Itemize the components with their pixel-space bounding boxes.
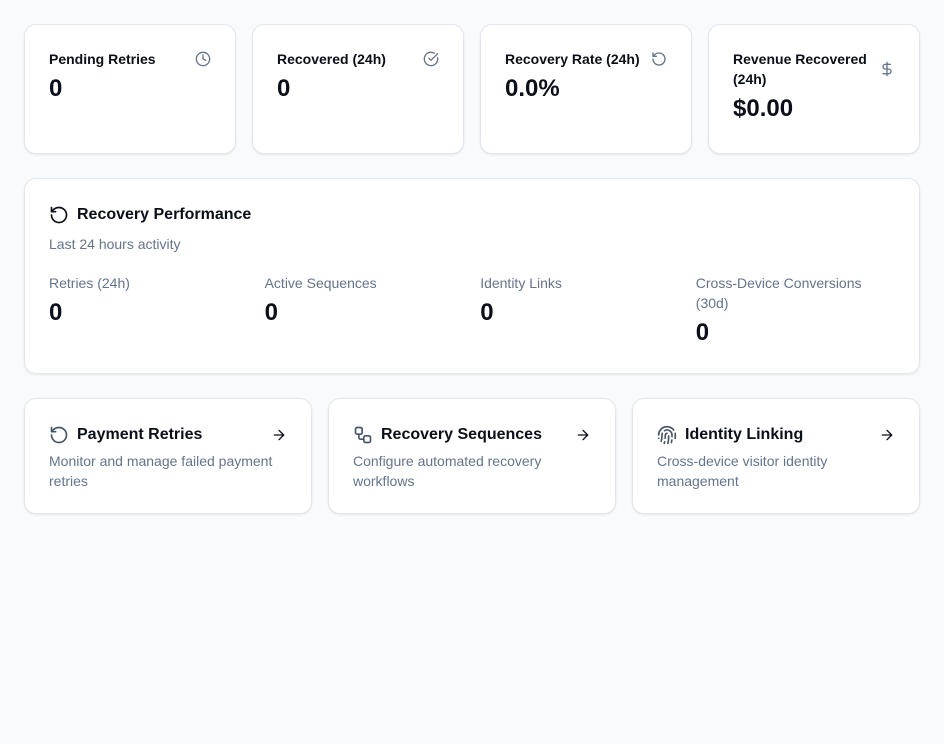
clock-icon — [195, 51, 211, 67]
stat-label: Recovered (24h) — [277, 51, 386, 67]
nav-card-identity-linking[interactable]: Identity Linking Cross-device visitor id… — [632, 398, 920, 514]
rotate-ccw-icon — [652, 52, 666, 66]
metric-value: 0 — [49, 299, 63, 326]
recovery-performance-card: Recovery Performance Last 24 hours activ… — [24, 178, 920, 374]
nav-card-title: Identity Linking — [685, 426, 804, 443]
arrow-right-icon[interactable] — [271, 427, 287, 443]
nav-card-description: Configure automated recovery workflows — [353, 453, 542, 489]
metric-active-sequences: Active Sequences 0 — [265, 273, 481, 348]
metric-label: Identity Links — [480, 275, 562, 291]
section-subtitle: Last 24 hours activity — [49, 236, 181, 252]
metrics-row: Retries (24h) 0 Active Sequences 0 Ident… — [49, 273, 897, 348]
stat-value: 0 — [277, 75, 291, 102]
stat-value: $0.00 — [733, 95, 794, 122]
stat-card-revenue-recovered: Revenue Recovered (24h) $0.00 — [708, 24, 920, 154]
stat-card-pending-retries: Pending Retries 0 — [24, 24, 236, 154]
nav-card-payment-retries[interactable]: Payment Retries Monitor and manage faile… — [24, 398, 312, 514]
stat-label: Revenue Recovered (24h) — [733, 51, 867, 87]
nav-card-title: Payment Retries — [77, 426, 203, 443]
check-circle-icon — [423, 51, 439, 67]
stat-card-recovery-rate: Recovery Rate (24h) 0.0% — [480, 24, 692, 154]
workflow-icon — [354, 426, 372, 444]
fingerprint-icon — [657, 425, 677, 445]
metric-value: 0 — [695, 319, 710, 346]
stat-card-recovered: Recovered (24h) 0 — [252, 24, 464, 154]
metric-cross-device-conversions: Cross-Device Conversions (30d) 0 — [696, 273, 896, 348]
metric-label: Cross-Device Conversions (30d) — [695, 275, 862, 311]
metric-label: Active Sequences — [264, 275, 377, 291]
metric-value: 0 — [264, 299, 278, 326]
metric-value: 0 — [480, 299, 494, 326]
rotate-ccw-icon — [50, 206, 68, 224]
section-title: Recovery Performance — [77, 206, 252, 223]
stat-value: 0.0% — [505, 75, 560, 102]
nav-card-description: Monitor and manage failed payment retrie… — [49, 453, 273, 489]
nav-card-title: Recovery Sequences — [381, 426, 542, 443]
rotate-ccw-icon — [50, 426, 68, 444]
arrow-right-icon[interactable] — [575, 427, 591, 443]
recovery-dashboard: Pending Retries 0 Recovered (24h) 0 Reco… — [0, 0, 944, 744]
stat-value: 0 — [49, 75, 63, 102]
nav-card-description: Cross-device visitor identity management — [657, 453, 828, 489]
metric-label: Retries (24h) — [49, 275, 130, 291]
arrow-right-icon[interactable] — [879, 427, 895, 443]
metric-retries: Retries (24h) 0 — [49, 273, 265, 348]
metric-identity-links: Identity Links 0 — [480, 273, 696, 348]
dollar-icon — [882, 61, 892, 77]
stat-label: Pending Retries — [49, 51, 156, 67]
stat-label: Recovery Rate (24h) — [505, 51, 640, 67]
nav-card-recovery-sequences[interactable]: Recovery Sequences Configure automated r… — [328, 398, 616, 514]
